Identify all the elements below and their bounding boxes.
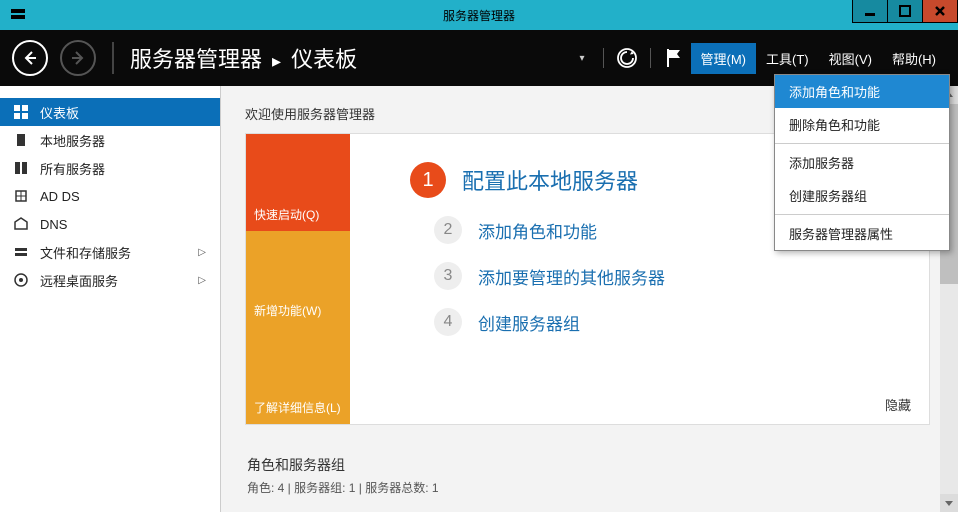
quickstart-strip[interactable]: 快速启动(Q): [246, 134, 350, 231]
window-title: 服务器管理器: [0, 7, 958, 24]
manage-dropdown: 添加角色和功能 删除角色和功能 添加服务器 创建服务器组 服务器管理器属性: [774, 74, 950, 251]
sidebar-item-dashboard[interactable]: 仪表板: [0, 98, 220, 126]
chevron-right-icon: ▷: [198, 275, 206, 286]
scroll-down-icon[interactable]: [940, 494, 958, 512]
nav-forward-button: [60, 40, 96, 76]
sidebar-item-label: 本地服务器: [40, 131, 105, 150]
sidebar-item-label: 文件和存储服务: [40, 243, 131, 262]
header-divider: [603, 48, 604, 68]
menu-separator: [775, 214, 949, 215]
step-number-3: 3: [434, 262, 462, 290]
menu-view[interactable]: 视图(V): [819, 43, 882, 74]
sidebar-item-label: DNS: [40, 217, 67, 232]
menu-add-roles[interactable]: 添加角色和功能: [775, 75, 949, 108]
roles-section-title: 角色和服务器组: [247, 455, 958, 475]
chevron-right-icon: ▷: [198, 247, 206, 258]
remote-icon: [12, 271, 30, 289]
menu-properties[interactable]: 服务器管理器属性: [775, 217, 949, 250]
roles-section-subtitle: 角色: 4 | 服务器组: 1 | 服务器总数: 1: [247, 479, 958, 496]
sidebar-item-adds[interactable]: AD DS: [0, 182, 220, 210]
sidebar-item-local-server[interactable]: 本地服务器: [0, 126, 220, 154]
whatsnew-strip[interactable]: 新增功能(W): [246, 231, 350, 328]
sidebar-item-label: 仪表板: [40, 103, 79, 122]
task-label: 添加角色和功能: [478, 218, 597, 243]
task-label: 创建服务器组: [478, 310, 580, 335]
breadcrumb: 服务器管理器 ▸ 仪表板: [130, 42, 357, 74]
task-label: 添加要管理的其他服务器: [478, 264, 665, 289]
task-create-group[interactable]: 4 创建服务器组: [434, 308, 909, 336]
adds-icon: [12, 187, 30, 205]
step-number-1: 1: [410, 162, 446, 198]
step-number-2: 2: [434, 216, 462, 244]
menu-tools[interactable]: 工具(T): [756, 43, 819, 74]
dashboard-icon: [12, 103, 30, 121]
close-button[interactable]: [922, 0, 958, 23]
breadcrumb-dropdown-icon[interactable]: ▾: [575, 53, 588, 64]
menu-remove-roles[interactable]: 删除角色和功能: [775, 108, 949, 141]
titlebar: 服务器管理器: [0, 0, 958, 30]
sidebar-item-label: 远程桌面服务: [40, 271, 118, 290]
sidebar-item-dns[interactable]: DNS: [0, 210, 220, 238]
strip-label: 新增功能(W): [254, 302, 321, 319]
refresh-button[interactable]: [612, 43, 642, 73]
menu-manage[interactable]: 管理(M): [691, 43, 757, 74]
header-separator: [112, 42, 114, 74]
hide-link[interactable]: 隐藏: [885, 395, 911, 414]
sidebar: 仪表板 本地服务器 所有服务器 AD DS DNS 文件和存储服务 ▷ 远程桌面…: [0, 86, 221, 512]
menu-help[interactable]: 帮助(H): [882, 43, 946, 74]
menu-separator: [775, 143, 949, 144]
strip-label: 快速启动(Q): [254, 206, 319, 223]
menu-create-group[interactable]: 创建服务器组: [775, 179, 949, 212]
chevron-right-icon: ▸: [272, 51, 281, 72]
sidebar-item-label: AD DS: [40, 189, 80, 204]
breadcrumb-app: 服务器管理器: [130, 42, 262, 74]
maximize-button[interactable]: [887, 0, 923, 23]
storage-icon: [12, 243, 30, 261]
header-divider: [650, 48, 651, 68]
servers-icon: [12, 159, 30, 177]
nav-back-button[interactable]: [12, 40, 48, 76]
sidebar-item-all-servers[interactable]: 所有服务器: [0, 154, 220, 182]
menu-add-servers[interactable]: 添加服务器: [775, 146, 949, 179]
notifications-flag-icon[interactable]: [659, 43, 689, 73]
step-number-4: 4: [434, 308, 462, 336]
learnmore-strip[interactable]: 了解详细信息(L): [246, 327, 350, 424]
sidebar-item-file-storage[interactable]: 文件和存储服务 ▷: [0, 238, 220, 266]
server-icon: [12, 131, 30, 149]
task-label: 配置此本地服务器: [462, 164, 638, 196]
sidebar-item-label: 所有服务器: [40, 159, 105, 178]
strip-label: 了解详细信息(L): [254, 399, 341, 416]
minimize-button[interactable]: [852, 0, 888, 23]
dns-icon: [12, 215, 30, 233]
sidebar-item-remote-desktop[interactable]: 远程桌面服务 ▷: [0, 266, 220, 294]
breadcrumb-page: 仪表板: [291, 42, 357, 74]
task-add-servers[interactable]: 3 添加要管理的其他服务器: [434, 262, 909, 290]
